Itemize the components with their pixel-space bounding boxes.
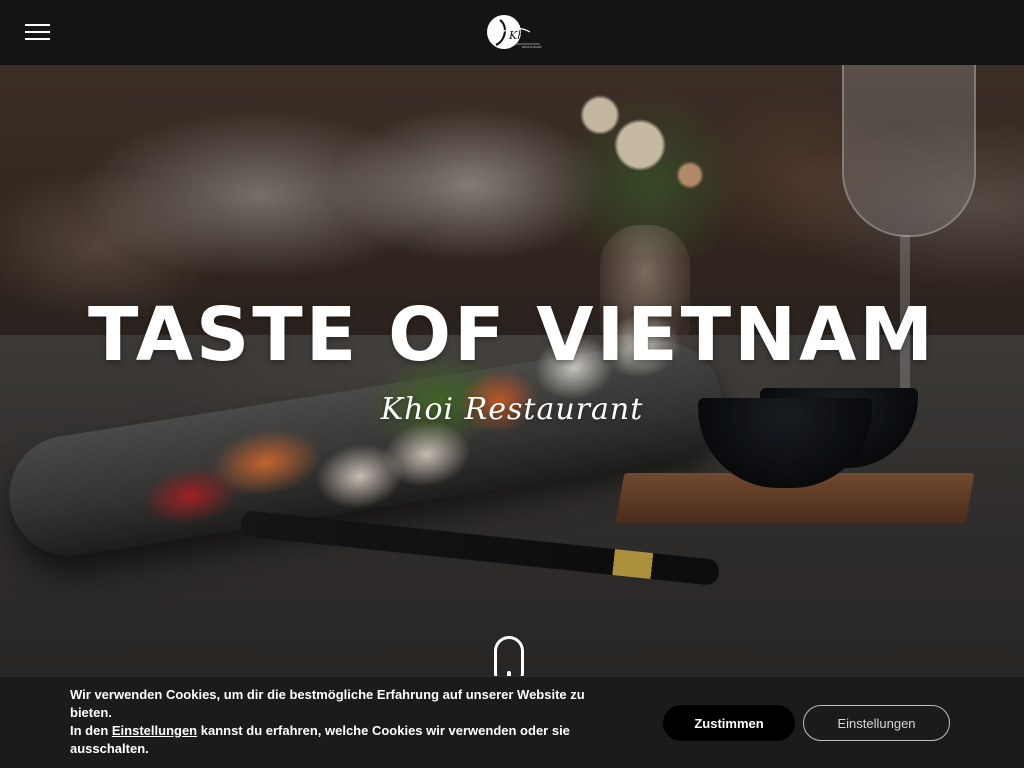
- cookie-text-line2-prefix: In den: [70, 723, 112, 738]
- cookie-text-line1: Wir verwenden Cookies, um dir die bestmö…: [70, 687, 585, 720]
- hero-section: TASTE OF VIETNAM Khoi Restaurant: [0, 65, 1024, 768]
- cookie-banner: Wir verwenden Cookies, um dir die bestmö…: [0, 676, 1024, 768]
- cookie-text-line2: In den Einstellungen kannst du erfahren,…: [70, 722, 630, 758]
- site-header: Khoi RESTAURANT: [0, 0, 1024, 65]
- hero-title: TASTE OF VIETNAM: [88, 292, 936, 378]
- menu-bar: [25, 31, 50, 33]
- accept-cookies-button[interactable]: Zustimmen: [663, 705, 795, 741]
- page: Khoi RESTAURANT TASTE OF VIETNAM Khoi Re…: [0, 0, 1024, 768]
- khoi-logo[interactable]: Khoi RESTAURANT: [486, 14, 544, 50]
- menu-bar: [25, 24, 50, 26]
- logo-wordmark: Khoi: [508, 29, 534, 42]
- menu-bar: [25, 38, 50, 40]
- hamburger-menu-icon[interactable]: [25, 24, 50, 41]
- hero-subtitle: Khoi Restaurant: [380, 392, 644, 427]
- cookie-settings-link[interactable]: Einstellungen: [112, 723, 197, 738]
- cookie-message: Wir verwenden Cookies, um dir die bestmö…: [70, 686, 630, 758]
- logo-tagline: RESTAURANT: [522, 45, 542, 49]
- cookie-settings-button[interactable]: Einstellungen: [803, 705, 950, 741]
